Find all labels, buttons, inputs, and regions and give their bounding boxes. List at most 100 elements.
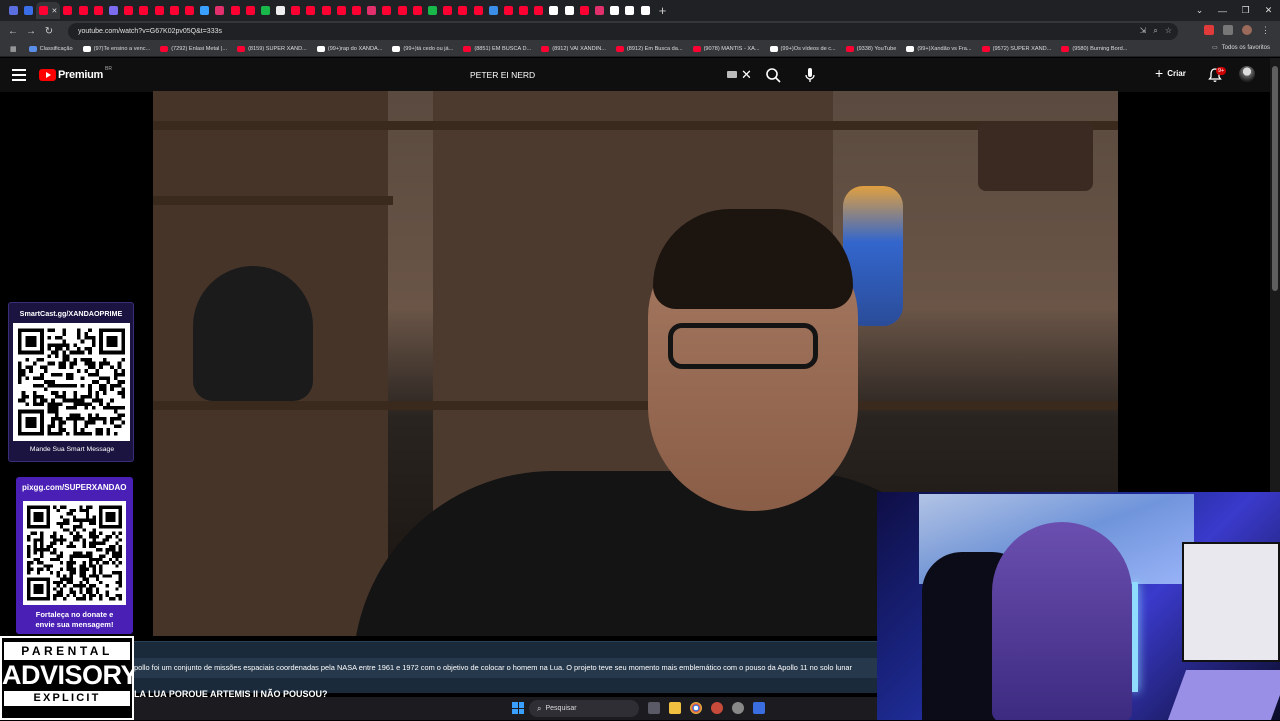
zoom-icon[interactable]: ⌕: [1153, 26, 1157, 36]
browser-tab[interactable]: [319, 2, 334, 19]
bookmark-item[interactable]: (9338) YouTube: [845, 46, 896, 52]
bookmark-item[interactable]: (9078) MANTIS - XA...: [692, 46, 760, 52]
app-icon[interactable]: [753, 702, 765, 714]
browser-tab[interactable]: [501, 2, 516, 19]
bookmark-item[interactable]: (99+)Os vídeos de c...: [769, 46, 836, 52]
browser-tab[interactable]: [334, 2, 349, 19]
browser-tab[interactable]: [486, 2, 501, 19]
windows-start-icon[interactable]: [512, 702, 524, 714]
account-avatar[interactable]: [1239, 66, 1255, 82]
browser-tab[interactable]: [410, 2, 425, 19]
browser-tab[interactable]: [91, 2, 106, 19]
browser-tab[interactable]: [288, 2, 303, 19]
browser-tab[interactable]: [349, 2, 364, 19]
tab-favicon-icon: [534, 6, 544, 15]
voice-search-button[interactable]: [800, 65, 820, 85]
browser-tab[interactable]: ✕: [36, 2, 61, 19]
browser-tab[interactable]: [76, 2, 91, 19]
browser-tab[interactable]: [531, 2, 546, 19]
folder-icon: ▭: [1211, 45, 1218, 51]
url-text[interactable]: youtube.com/watch?v=G67K02pv05Q&t=333s: [78, 28, 222, 35]
keyboard-icon[interactable]: [727, 71, 737, 78]
bookmark-item[interactable]: (99+)Xandão vs Fra...: [906, 46, 972, 52]
profile-avatar-icon[interactable]: [1242, 25, 1252, 35]
forward-icon[interactable]: →: [22, 26, 40, 37]
browser-tab[interactable]: [273, 2, 288, 19]
back-icon[interactable]: ←: [4, 26, 22, 37]
browser-tab[interactable]: [60, 2, 75, 19]
create-button[interactable]: + Criar: [1155, 66, 1186, 80]
browser-tab[interactable]: [21, 2, 36, 19]
bookmark-item[interactable]: (7292) Enlasi Metal |...: [160, 46, 227, 52]
minimize-button[interactable]: —: [1211, 6, 1234, 16]
apps-grid-icon[interactable]: ▦: [10, 45, 17, 53]
browser-menu-icon[interactable]: ⋮: [1261, 25, 1270, 35]
new-tab-button[interactable]: +: [659, 3, 667, 18]
browser-tab[interactable]: [227, 2, 242, 19]
browser-tab[interactable]: [258, 2, 273, 19]
browser-tab[interactable]: [379, 2, 394, 19]
extension-icon[interactable]: [1204, 25, 1214, 35]
file-explorer-icon[interactable]: [669, 702, 681, 714]
browser-tab[interactable]: [577, 2, 592, 19]
close-window-button[interactable]: ✕: [1257, 5, 1280, 16]
close-tab-icon[interactable]: ✕: [51, 7, 57, 15]
reload-icon[interactable]: ↻: [40, 26, 58, 37]
browser-tab[interactable]: [562, 2, 577, 19]
browser-tab[interactable]: [243, 2, 258, 19]
browser-tab[interactable]: [622, 2, 637, 19]
chrome-icon[interactable]: [690, 702, 702, 714]
browser-tab[interactable]: [121, 2, 136, 19]
search-button[interactable]: [762, 65, 784, 85]
browser-tab[interactable]: [546, 2, 561, 19]
bookmark-star-icon[interactable]: ☆: [1165, 26, 1172, 36]
browser-tab[interactable]: [592, 2, 607, 19]
browser-tab[interactable]: [395, 2, 410, 19]
app-icon[interactable]: [711, 702, 723, 714]
scrollbar-thumb[interactable]: [1272, 66, 1278, 291]
hamburger-menu-icon[interactable]: [12, 69, 26, 81]
install-app-icon[interactable]: ⇲: [1140, 26, 1147, 36]
browser-tab[interactable]: [6, 2, 21, 19]
browser-tab[interactable]: [136, 2, 151, 19]
browser-tab[interactable]: [167, 2, 182, 19]
bookmark-item[interactable]: (9572) SUPER XAND...: [981, 46, 1051, 52]
bookmark-item[interactable]: Classificação: [28, 46, 73, 52]
search-box[interactable]: PETER EI NERD ✕: [460, 64, 760, 86]
browser-tab[interactable]: [425, 2, 440, 19]
browser-tab[interactable]: [638, 2, 653, 19]
tab-search-icon[interactable]: ⌄: [1188, 5, 1211, 16]
browser-tab[interactable]: [607, 2, 622, 19]
browser-tab[interactable]: [440, 2, 455, 19]
task-view-icon[interactable]: [648, 702, 660, 714]
browser-tab[interactable]: [106, 2, 121, 19]
clear-search-icon[interactable]: ✕: [741, 67, 752, 83]
browser-tab[interactable]: [182, 2, 197, 19]
bookmark-item[interactable]: (99+)tá cedo ou já...: [392, 46, 453, 52]
all-bookmarks[interactable]: ▭ Todos os favoritos: [1211, 44, 1270, 52]
bookmark-item[interactable]: (9580) Burning Bord...: [1061, 46, 1127, 52]
browser-tab[interactable]: [455, 2, 470, 19]
browser-tab[interactable]: [197, 2, 212, 19]
browser-tab[interactable]: [516, 2, 531, 19]
settings-gear-icon[interactable]: [732, 702, 744, 714]
browser-tab[interactable]: [152, 2, 167, 19]
tab-favicon-icon: [306, 6, 316, 15]
extensions-puzzle-icon[interactable]: [1223, 25, 1233, 35]
browser-tab[interactable]: [212, 2, 227, 19]
browser-tab[interactable]: [470, 2, 485, 19]
bookmark-item[interactable]: (99+)rap do XANDÃ...: [316, 46, 382, 52]
taskbar-search[interactable]: ⌕ Pesquisar: [529, 700, 639, 717]
search-input[interactable]: PETER EI NERD: [470, 70, 535, 80]
bookmark-item[interactable]: (8912) Em Busca da...: [615, 46, 683, 52]
youtube-logo[interactable]: Premium BR: [39, 66, 112, 81]
bookmark-item[interactable]: (97)Te ensino a venc...: [82, 46, 150, 52]
maximize-button[interactable]: ❐: [1234, 5, 1257, 16]
video-scene-shelf: [153, 196, 393, 205]
browser-tab[interactable]: [303, 2, 318, 19]
bookmark-item[interactable]: (8912) VAI XANDIN...: [541, 46, 606, 52]
bookmark-item[interactable]: (8851) EM BUSCA D...: [463, 46, 531, 52]
browser-tab[interactable]: [364, 2, 379, 19]
address-bar[interactable]: youtube.com/watch?v=G67K02pv05Q&t=333s ⇲…: [68, 23, 1178, 40]
bookmark-item[interactable]: (8159) SUPER XAND...: [237, 46, 307, 52]
